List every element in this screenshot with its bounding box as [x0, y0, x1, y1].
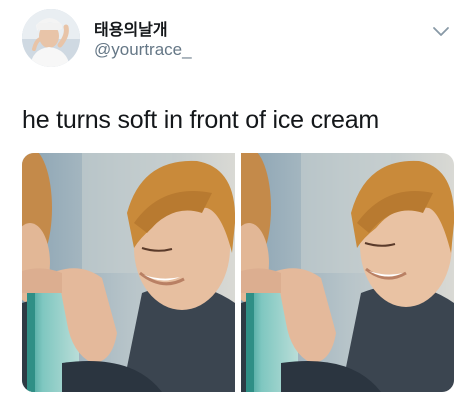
tweet-media: [22, 153, 454, 392]
photo-right[interactable]: [241, 153, 454, 392]
user-handle[interactable]: @yourtrace_: [94, 40, 192, 60]
avatar[interactable]: [22, 9, 80, 67]
tweet-header: 태용의날개 @yourtrace_: [0, 0, 474, 80]
tweet-text: he turns soft in front of ice cream: [22, 106, 380, 134]
chevron-down-icon[interactable]: [430, 22, 452, 40]
display-name[interactable]: 태용의날개: [94, 16, 168, 40]
photo-left[interactable]: [22, 153, 235, 392]
user-avatar-icon: [22, 9, 80, 67]
